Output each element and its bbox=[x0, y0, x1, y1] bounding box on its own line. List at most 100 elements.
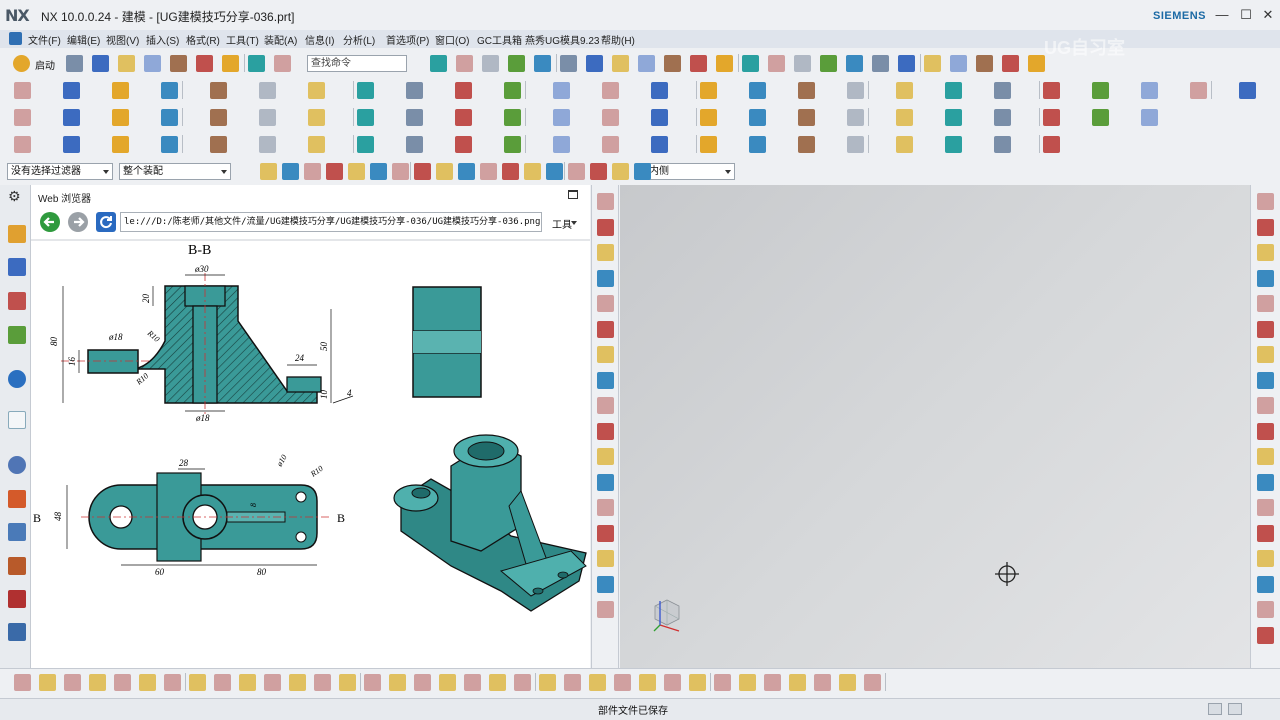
curve-tool-18-icon[interactable] bbox=[464, 674, 481, 691]
std-tool-8-icon[interactable] bbox=[274, 55, 291, 72]
snap-tool-8-icon[interactable] bbox=[436, 163, 453, 180]
feature-tool-3-icon[interactable] bbox=[88, 82, 105, 99]
reuse-library-icon[interactable] bbox=[8, 326, 26, 344]
mold-tool-3-icon[interactable] bbox=[88, 136, 105, 153]
mold-tool-5-icon[interactable] bbox=[137, 136, 154, 153]
web-browser-icon[interactable] bbox=[8, 411, 26, 429]
surface-tool-36-icon[interactable] bbox=[896, 109, 913, 126]
right-tool-0-icon[interactable] bbox=[1257, 193, 1274, 210]
curve-tool-13-icon[interactable] bbox=[339, 674, 356, 691]
surface-tool-27-icon[interactable] bbox=[676, 109, 693, 126]
right-tool-6-icon[interactable] bbox=[1257, 346, 1274, 363]
system-scenes-icon[interactable] bbox=[8, 557, 26, 575]
surface-tool-5-icon[interactable] bbox=[137, 109, 154, 126]
surface-tool-34-icon[interactable] bbox=[847, 109, 864, 126]
menu-edit[interactable]: 编辑(E) bbox=[67, 32, 100, 47]
surface-tool-47-icon[interactable] bbox=[1166, 109, 1183, 126]
mold-tool-21-icon[interactable] bbox=[529, 136, 546, 153]
menu-yanxiu[interactable]: 燕秀UG模具9.23 bbox=[525, 32, 599, 47]
snap-tool-3-icon[interactable] bbox=[326, 163, 343, 180]
surface-tool-39-icon[interactable] bbox=[970, 109, 987, 126]
feature-tool-34-icon[interactable] bbox=[847, 82, 864, 99]
feature-tool-31-icon[interactable] bbox=[774, 82, 791, 99]
right-tool-5-icon[interactable] bbox=[1257, 320, 1274, 338]
snap-tool-9-icon[interactable] bbox=[458, 163, 475, 180]
right-tool-11-icon[interactable] bbox=[1257, 473, 1274, 491]
feature-tool-7-icon[interactable] bbox=[186, 82, 203, 99]
surface-tool-29-icon[interactable] bbox=[725, 109, 742, 126]
feature-tool-0-icon[interactable] bbox=[14, 82, 31, 99]
snap-tool-7-icon[interactable] bbox=[414, 163, 431, 180]
snap-tool-14-icon[interactable] bbox=[568, 163, 585, 180]
mold-tool-35-icon[interactable] bbox=[872, 136, 889, 153]
curve-tool-6-icon[interactable] bbox=[164, 674, 181, 691]
curve-tool-19-icon[interactable] bbox=[489, 674, 506, 691]
std-tool-21-icon[interactable] bbox=[742, 55, 759, 72]
curve-tool-11-icon[interactable] bbox=[289, 674, 306, 691]
std-tool-23-icon[interactable] bbox=[794, 55, 811, 72]
vertical-tool-6-icon[interactable] bbox=[597, 346, 614, 363]
curve-tool-31-icon[interactable] bbox=[789, 674, 806, 691]
manufacturing-wizard-icon[interactable] bbox=[8, 623, 26, 641]
snap-tool-10-icon[interactable] bbox=[480, 163, 497, 180]
std-tool-22-icon[interactable] bbox=[768, 55, 785, 72]
feature-tool-29-icon[interactable] bbox=[725, 82, 742, 99]
feature-tool-2-icon[interactable] bbox=[63, 82, 80, 99]
surface-tool-2-icon[interactable] bbox=[63, 109, 80, 126]
curve-tool-9-icon[interactable] bbox=[239, 674, 256, 691]
mold-tool-37-icon[interactable] bbox=[921, 136, 938, 153]
surface-tool-9-icon[interactable] bbox=[235, 109, 252, 126]
std-tool-32-icon[interactable] bbox=[1028, 55, 1045, 72]
mold-tool-18-icon[interactable] bbox=[455, 136, 472, 153]
surface-tool-17-icon[interactable] bbox=[431, 109, 448, 126]
curve-tool-20-icon[interactable] bbox=[514, 674, 531, 691]
curve-tool-7-icon[interactable] bbox=[189, 674, 206, 691]
mold-tool-24-icon[interactable] bbox=[602, 136, 619, 153]
std-tool-11-icon[interactable] bbox=[482, 55, 499, 72]
curve-tool-17-icon[interactable] bbox=[439, 674, 456, 691]
surface-tool-21-icon[interactable] bbox=[529, 109, 546, 126]
mold-tool-30-icon[interactable] bbox=[749, 136, 766, 153]
std-tool-13-icon[interactable] bbox=[534, 55, 551, 72]
vertical-tool-8-icon[interactable] bbox=[597, 397, 614, 414]
std-tool-28-icon[interactable] bbox=[924, 55, 941, 72]
curve-tool-22-icon[interactable] bbox=[564, 674, 581, 691]
surface-tool-35-icon[interactable] bbox=[872, 109, 889, 126]
std-tool-9-icon[interactable] bbox=[430, 55, 447, 72]
vertical-tool-12-icon[interactable] bbox=[597, 499, 614, 516]
mold-tool-40-icon[interactable] bbox=[994, 136, 1011, 153]
minimize-button[interactable]: — bbox=[1210, 5, 1234, 25]
curve-tool-14-icon[interactable] bbox=[364, 674, 381, 691]
curve-tool-2-icon[interactable] bbox=[64, 674, 81, 691]
surface-tool-18-icon[interactable] bbox=[455, 109, 472, 126]
settings-gear-icon[interactable]: ⚙ bbox=[8, 188, 21, 205]
menu-insert[interactable]: 插入(S) bbox=[146, 32, 179, 47]
std-tool-29-icon[interactable] bbox=[950, 55, 967, 72]
feature-tool-42-icon[interactable] bbox=[1043, 82, 1060, 99]
snap-tool-12-icon[interactable] bbox=[524, 163, 541, 180]
feature-tool-19-icon[interactable] bbox=[480, 82, 497, 99]
right-tool-16-icon[interactable] bbox=[1257, 601, 1274, 618]
back-button[interactable] bbox=[40, 212, 60, 232]
feature-tool-35-icon[interactable] bbox=[872, 82, 889, 99]
feature-tool-37-icon[interactable] bbox=[921, 82, 938, 99]
mold-tool-2-icon[interactable] bbox=[63, 136, 80, 153]
vertical-tool-0-icon[interactable] bbox=[597, 193, 614, 210]
surface-tool-43-icon[interactable] bbox=[1068, 109, 1085, 126]
url-input[interactable]: le:///D:/陈老师/其他文件/流量/UG建模技巧分享/UG建模技巧分享-0… bbox=[120, 212, 542, 232]
std-tool-31-icon[interactable] bbox=[1002, 55, 1019, 72]
curve-tool-1-icon[interactable] bbox=[39, 674, 56, 691]
feature-tool-12-icon[interactable] bbox=[308, 82, 325, 99]
feature-tool-5-icon[interactable] bbox=[137, 82, 154, 99]
mold-tool-23-icon[interactable] bbox=[578, 136, 595, 153]
feature-tool-45-icon[interactable] bbox=[1117, 82, 1134, 99]
snap-tool-5-icon[interactable] bbox=[370, 163, 387, 180]
vertical-tool-13-icon[interactable] bbox=[597, 524, 614, 542]
std-tool-25-icon[interactable] bbox=[846, 55, 863, 72]
vertical-tool-2-icon[interactable] bbox=[597, 244, 614, 261]
feature-tool-9-icon[interactable] bbox=[235, 82, 252, 99]
surface-tool-3-icon[interactable] bbox=[88, 109, 105, 126]
hd3d-tools-icon[interactable] bbox=[8, 370, 26, 388]
feature-tool-14-icon[interactable] bbox=[357, 82, 374, 99]
feature-tool-18-icon[interactable] bbox=[455, 82, 472, 99]
